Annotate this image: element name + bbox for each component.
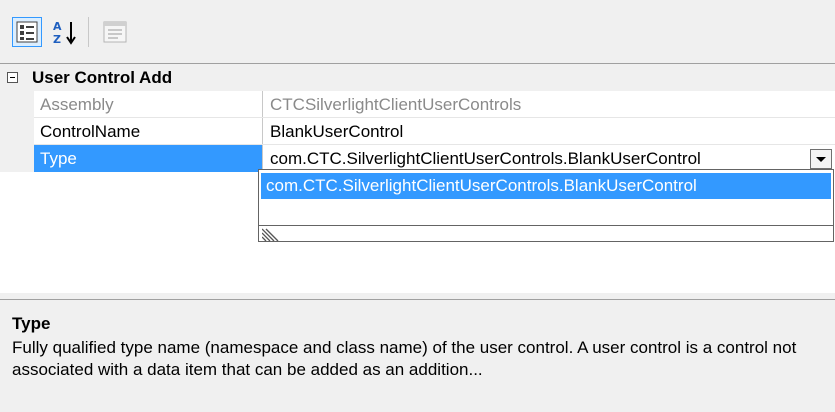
type-dropdown-list[interactable]: com.CTC.SilverlightClientUserControls.Bl… [258,169,834,242]
property-row-assembly[interactable]: Assembly CTCSilverlightClientUserControl… [0,91,835,118]
svg-text:A: A [53,20,62,33]
alphabetical-button[interactable]: A Z [50,17,80,47]
property-value[interactable]: BlankUserControl [264,118,409,145]
resize-grip[interactable] [259,225,833,242]
categorized-button[interactable] [12,17,42,47]
property-value-editor[interactable]: com.CTC.SilverlightClientUserControls.Bl… [264,145,707,172]
property-row-controlname[interactable]: ControlName BlankUserControl [0,118,835,145]
resize-grip-icon [262,228,279,242]
description-pane: Type Fully qualified type name (namespac… [0,299,835,412]
property-pages-button[interactable] [100,17,130,47]
description-text: Fully qualified type name (namespace and… [12,338,797,379]
category-row[interactable]: User Control Add [0,64,835,91]
property-name: Assembly [40,95,114,114]
categorized-icon [16,21,38,43]
description-title: Type [12,314,51,333]
property-grid: User Control Add Assembly CTCSilverlight… [0,63,835,294]
toolbar-separator [88,17,89,47]
dropdown-option[interactable]: com.CTC.SilverlightClientUserControls.Bl… [261,173,831,199]
dropdown-arrow-icon[interactable] [810,149,832,169]
property-name-selected: Type [34,145,262,172]
svg-text:Z: Z [53,33,61,46]
property-row-type[interactable]: Type com.CTC.SilverlightClientUserContro… [0,145,835,172]
property-value: CTCSilverlightClientUserControls [270,95,522,114]
alphabetical-sort-icon: A Z [53,20,76,46]
property-grid-toolbar: A Z [0,0,835,60]
property-pages-icon [103,21,127,43]
category-label: User Control Add [32,68,173,87]
property-name: ControlName [40,122,141,141]
collapse-icon[interactable] [7,72,18,83]
